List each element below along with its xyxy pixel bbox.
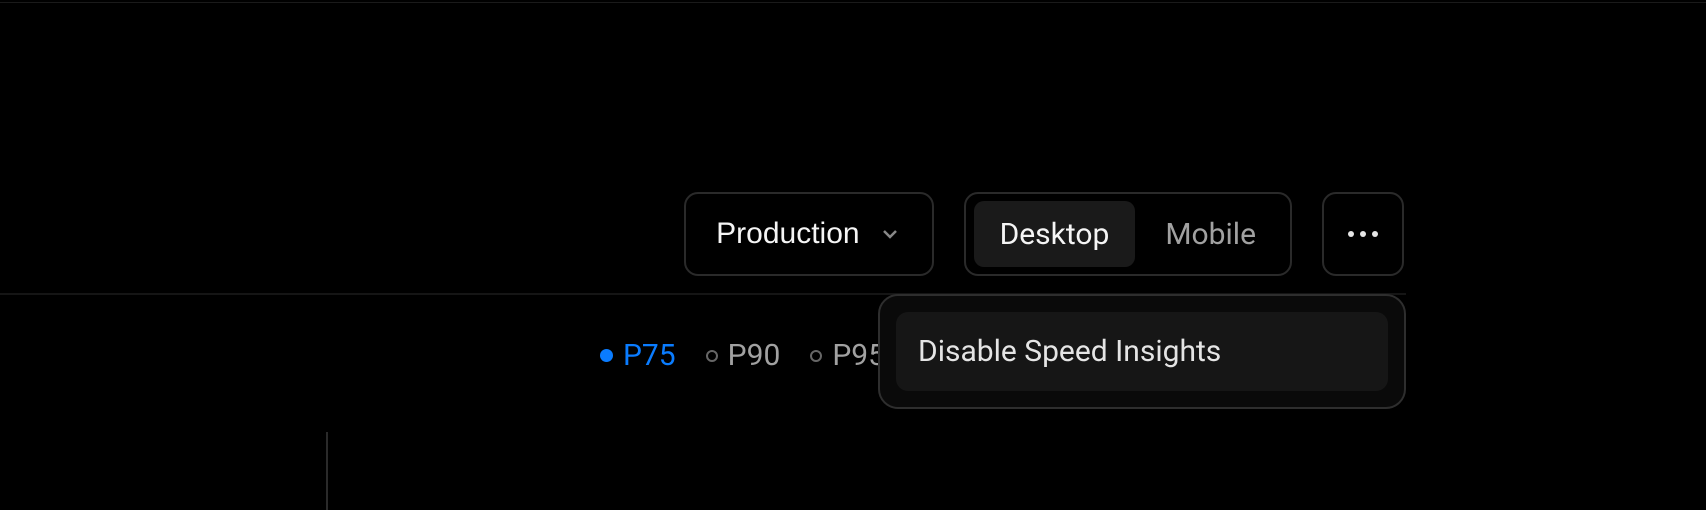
disable-speed-insights-label: Disable Speed Insights [918,334,1221,369]
dot-empty-icon [810,350,822,362]
segment-desktop-label: Desktop [1000,217,1110,252]
chevron-down-icon [878,222,902,246]
percentile-row: P75 P90 P95 [600,338,885,373]
more-horizontal-icon [1348,231,1378,237]
disable-speed-insights-item[interactable]: Disable Speed Insights [896,312,1388,391]
percentile-p90-label: P90 [728,338,781,373]
percentile-p90[interactable]: P90 [706,338,781,373]
environment-dropdown-label: Production [716,217,859,251]
percentile-p75-label: P75 [623,338,676,373]
dot-filled-icon [600,349,613,362]
toolbar-row: Production Desktop Mobile [684,192,1404,276]
percentile-p75[interactable]: P75 [600,338,676,373]
more-options-popover: Disable Speed Insights [878,294,1406,409]
segment-mobile[interactable]: Mobile [1139,201,1282,267]
percentile-p95[interactable]: P95 [810,338,885,373]
segment-desktop[interactable]: Desktop [974,201,1136,267]
device-segmented-control: Desktop Mobile [964,192,1292,276]
top-divider [0,2,1706,3]
chart-axis-line [326,432,328,510]
dot-empty-icon [706,350,718,362]
environment-dropdown[interactable]: Production [684,192,933,276]
segment-mobile-label: Mobile [1165,217,1256,252]
more-options-button[interactable] [1322,192,1404,276]
